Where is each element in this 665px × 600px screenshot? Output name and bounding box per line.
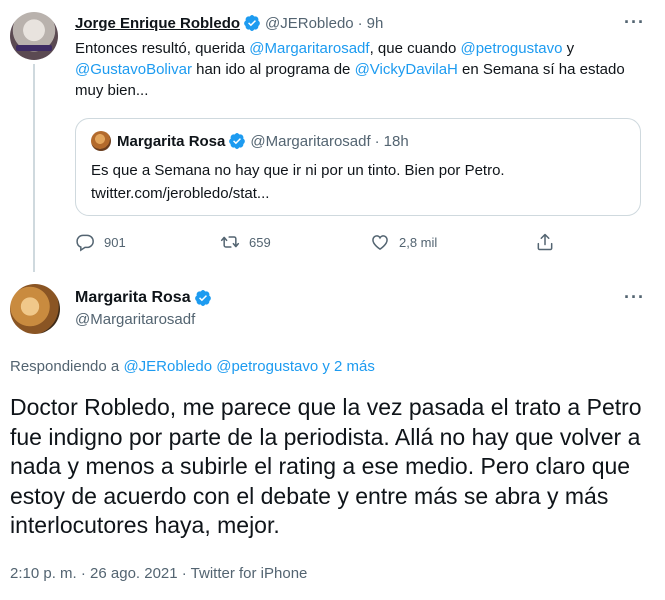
parent-tweet-text: Entonces resultó, querida @Margaritarosa… bbox=[75, 38, 645, 101]
share-button[interactable] bbox=[535, 232, 564, 252]
share-icon bbox=[537, 233, 553, 251]
quoted-text-line: Es que a Semana no hay que ir ni por un … bbox=[91, 162, 505, 179]
quoted-tweet-text: Es que a Semana no hay que ir ni por un … bbox=[91, 159, 621, 205]
quoted-tweet-time: 18h bbox=[383, 132, 409, 150]
thread-connector-line bbox=[33, 64, 35, 272]
more-options-icon[interactable]: ··· bbox=[624, 287, 645, 308]
like-button[interactable]: 2,8 mil bbox=[370, 232, 437, 252]
retweet-count: 659 bbox=[249, 234, 271, 250]
quoted-author-name: Margarita Rosa bbox=[117, 132, 226, 150]
like-count: 2,8 mil bbox=[399, 234, 438, 250]
avatar-jorge-robledo[interactable] bbox=[10, 12, 58, 60]
author-name[interactable]: Jorge Enrique Robledo bbox=[75, 15, 240, 32]
verified-badge-icon bbox=[194, 289, 211, 306]
reply-count: 901 bbox=[104, 234, 126, 250]
main-tweet-text: Doctor Robledo, me parece que la vez pas… bbox=[10, 394, 642, 538]
text-segment: , que cuando bbox=[369, 40, 461, 57]
text-segment: y bbox=[562, 40, 575, 57]
author-handle[interactable]: @Margaritarosadf bbox=[75, 311, 195, 328]
like-icon bbox=[372, 235, 388, 250]
author-name[interactable]: Margarita Rosa bbox=[75, 289, 191, 307]
avatar-margarita-rosa[interactable] bbox=[10, 284, 60, 334]
author-handle[interactable]: @JERobledo bbox=[265, 15, 354, 32]
main-tweet-author: Margarita Rosa bbox=[75, 289, 216, 307]
text-segment: han ido al programa de bbox=[191, 61, 355, 78]
quoted-tweet-header: Margarita Rosa @Margaritarosadf · 18h bbox=[91, 131, 409, 151]
parent-tweet-actions: 901 659 2,8 mil bbox=[75, 232, 595, 254]
separator-dot: · bbox=[357, 14, 363, 32]
mention-gustavobolivar[interactable]: @GustavoBolivar bbox=[75, 61, 192, 78]
mention-petrogustavo[interactable]: @petrogustavo bbox=[460, 40, 562, 57]
verified-badge-icon bbox=[244, 14, 260, 31]
quoted-tweet-card[interactable]: Margarita Rosa @Margaritarosadf · 18h Es… bbox=[75, 118, 641, 216]
tweet-time[interactable]: 9h bbox=[367, 15, 384, 32]
more-options-icon[interactable]: ··· bbox=[624, 12, 645, 33]
tweet-metadata[interactable]: 2:10 p. m. · 26 ago. 2021 · Twitter for … bbox=[10, 565, 307, 582]
text-segment: Entonces resultó, querida bbox=[75, 40, 250, 57]
verified-badge-icon bbox=[229, 132, 246, 149]
separator-dot: · bbox=[374, 132, 380, 150]
replying-to-label: Respondiendo a bbox=[10, 358, 124, 375]
retweet-icon bbox=[220, 236, 240, 248]
mention-vickydavilah[interactable]: @VickyDavilaH bbox=[355, 61, 458, 78]
mention-margaritarosadf[interactable]: @Margaritarosadf bbox=[249, 40, 369, 57]
quoted-author-handle: @Margaritarosadf bbox=[250, 132, 371, 150]
reply-icon bbox=[76, 234, 94, 252]
quoted-author-avatar bbox=[91, 131, 111, 151]
parent-tweet-header: Jorge Enrique Robledo @JERobledo · 9h bbox=[75, 14, 383, 32]
replying-to: Respondiendo a @JERobledo @petrogustavo … bbox=[10, 358, 375, 375]
retweet-button[interactable]: 659 bbox=[220, 232, 271, 252]
replying-to-mentions[interactable]: @JERobledo @petrogustavo y 2 más bbox=[123, 358, 374, 375]
reply-button[interactable]: 901 bbox=[75, 232, 126, 252]
quoted-link[interactable]: twitter.com/jerobledo/stat... bbox=[91, 182, 621, 205]
